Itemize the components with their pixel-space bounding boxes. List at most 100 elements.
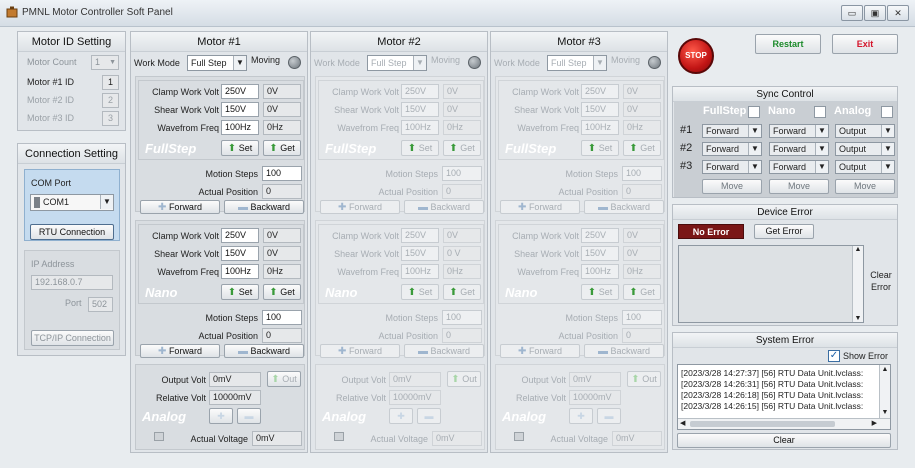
motion-steps-input[interactable]: 100 bbox=[622, 310, 662, 325]
motion-steps-input[interactable]: 100 bbox=[622, 166, 662, 181]
waveform-freq-input[interactable]: 100Hz bbox=[221, 120, 259, 135]
analog-minus-button[interactable]: ▬ bbox=[237, 408, 261, 424]
backward-button[interactable]: ▬ Backward bbox=[584, 200, 664, 214]
sync-analog-checkbox[interactable] bbox=[881, 106, 893, 118]
motor-count-select[interactable]: 1 ▼ bbox=[91, 55, 119, 70]
waveform-freq-input[interactable]: 100Hz bbox=[401, 120, 439, 135]
motion-steps-input[interactable]: 100 bbox=[442, 166, 482, 181]
clear-log-button[interactable]: Clear bbox=[677, 433, 891, 448]
analog-plus-button[interactable]: ✚ bbox=[209, 408, 233, 424]
set-button[interactable]: ⬆ Set bbox=[401, 140, 439, 156]
log-horizontal-scrollbar[interactable]: ◀ ▶ bbox=[678, 418, 890, 429]
shear-volt-input[interactable]: 150V bbox=[581, 246, 619, 261]
set-button[interactable]: ⬆ Set bbox=[581, 284, 619, 300]
shear-volt-input[interactable]: 150V bbox=[401, 102, 439, 117]
clamp-volt-input[interactable]: 250V bbox=[221, 84, 259, 99]
analog-plus-button[interactable]: ✚ bbox=[389, 408, 413, 424]
maximize-button[interactable]: ▣ bbox=[864, 5, 886, 21]
motor-1-id-field[interactable]: 1 bbox=[102, 75, 119, 90]
sync-move-analog-button[interactable]: Move bbox=[835, 179, 895, 194]
work-mode-select[interactable]: Full Step ▼ bbox=[187, 55, 247, 71]
forward-button[interactable]: ✚ Forward bbox=[500, 200, 580, 214]
waveform-freq-input[interactable]: 100Hz bbox=[221, 264, 259, 279]
log-vertical-scrollbar[interactable]: ▲ ▼ bbox=[879, 365, 890, 418]
backward-button[interactable]: ▬ Backward bbox=[584, 344, 664, 358]
port-field[interactable]: 502 bbox=[88, 297, 113, 312]
output-volt-input[interactable]: 0mV bbox=[569, 372, 621, 387]
forward-button[interactable]: ✚ Forward bbox=[320, 344, 400, 358]
ip-address-field[interactable]: 192.168.0.7 bbox=[31, 275, 113, 290]
backward-button[interactable]: ▬ Backward bbox=[224, 344, 304, 358]
analog-minus-button[interactable]: ▬ bbox=[417, 408, 441, 424]
output-button[interactable]: ⬆ Out bbox=[627, 371, 661, 387]
get-error-button[interactable]: Get Error bbox=[754, 224, 814, 239]
clamp-volt-input[interactable]: 250V bbox=[401, 228, 439, 243]
clear-error-button[interactable]: Clear Error bbox=[867, 269, 895, 293]
waveform-freq-input[interactable]: 100Hz bbox=[581, 120, 619, 135]
output-button[interactable]: ⬆ Out bbox=[447, 371, 481, 387]
clamp-volt-input[interactable]: 250V bbox=[581, 84, 619, 99]
output-volt-input[interactable]: 0mV bbox=[389, 372, 441, 387]
get-button[interactable]: ⬆ Get bbox=[623, 284, 661, 300]
get-button[interactable]: ⬆ Get bbox=[263, 284, 301, 300]
work-mode-select[interactable]: Full Step ▼ bbox=[367, 55, 427, 71]
clamp-volt-input[interactable]: 250V bbox=[401, 84, 439, 99]
forward-button[interactable]: ✚ Forward bbox=[140, 344, 220, 358]
sync-row1-fullstep-select[interactable]: Forward ▼ bbox=[702, 124, 762, 138]
forward-button[interactable]: ✚ Forward bbox=[140, 200, 220, 214]
rtu-connection-button[interactable]: RTU Connection bbox=[30, 224, 114, 240]
sync-row3-fullstep-select[interactable]: Forward ▼ bbox=[702, 160, 762, 174]
clamp-volt-input[interactable]: 250V bbox=[581, 228, 619, 243]
shear-volt-input[interactable]: 150V bbox=[221, 102, 259, 117]
sync-nano-checkbox[interactable] bbox=[814, 106, 826, 118]
sync-row1-analog-select[interactable]: Output ▼ bbox=[835, 124, 895, 138]
relative-volt-field[interactable]: 10000mV bbox=[569, 390, 621, 405]
motor-3-id-field[interactable]: 3 bbox=[102, 111, 119, 126]
sync-row1-nano-select[interactable]: Forward ▼ bbox=[769, 124, 829, 138]
output-button[interactable]: ⬆ Out bbox=[267, 371, 301, 387]
exit-button[interactable]: Exit bbox=[832, 34, 898, 54]
set-button[interactable]: ⬆ Set bbox=[221, 284, 259, 300]
get-button[interactable]: ⬆ Get bbox=[443, 284, 481, 300]
backward-button[interactable]: ▬ Backward bbox=[404, 200, 484, 214]
show-error-checkbox[interactable]: ✓ bbox=[828, 350, 840, 362]
analog-plus-button[interactable]: ✚ bbox=[569, 408, 593, 424]
set-button[interactable]: ⬆ Set bbox=[581, 140, 619, 156]
sync-row3-analog-select[interactable]: Output ▼ bbox=[835, 160, 895, 174]
clamp-volt-input[interactable]: 250V bbox=[221, 228, 259, 243]
motor-2-id-field[interactable]: 2 bbox=[102, 93, 119, 108]
backward-button[interactable]: ▬ Backward bbox=[404, 344, 484, 358]
sync-row3-nano-select[interactable]: Forward ▼ bbox=[769, 160, 829, 174]
sync-row2-fullstep-select[interactable]: Forward ▼ bbox=[702, 142, 762, 156]
set-button[interactable]: ⬆ Set bbox=[401, 284, 439, 300]
waveform-freq-input[interactable]: 100Hz bbox=[581, 264, 619, 279]
output-volt-input[interactable]: 0mV bbox=[209, 372, 261, 387]
sync-row2-analog-select[interactable]: Output ▼ bbox=[835, 142, 895, 156]
motion-steps-input[interactable]: 100 bbox=[442, 310, 482, 325]
restart-button[interactable]: Restart bbox=[755, 34, 821, 54]
sync-move-nano-button[interactable]: Move bbox=[769, 179, 829, 194]
scroll-thumb[interactable] bbox=[690, 421, 835, 427]
shear-volt-input[interactable]: 150V bbox=[581, 102, 619, 117]
motion-steps-input[interactable]: 100 bbox=[262, 310, 302, 325]
waveform-freq-input[interactable]: 100Hz bbox=[401, 264, 439, 279]
analog-minus-button[interactable]: ▬ bbox=[597, 408, 621, 424]
set-button[interactable]: ⬆ Set bbox=[221, 140, 259, 156]
sync-move-fullstep-button[interactable]: Move bbox=[702, 179, 762, 194]
sync-fullstep-checkbox[interactable] bbox=[748, 106, 760, 118]
shear-volt-input[interactable]: 150V bbox=[221, 246, 259, 261]
tcp-connection-button[interactable]: TCP/IP Connection bbox=[31, 330, 114, 346]
forward-button[interactable]: ✚ Forward bbox=[320, 200, 400, 214]
device-error-scrollbar[interactable]: ▲ ▼ bbox=[852, 246, 863, 322]
forward-button[interactable]: ✚ Forward bbox=[500, 344, 580, 358]
relative-volt-field[interactable]: 10000mV bbox=[209, 390, 261, 405]
device-error-list[interactable]: ▲ ▼ bbox=[678, 245, 864, 323]
get-button[interactable]: ⬆ Get bbox=[623, 140, 661, 156]
system-error-log[interactable]: [2023/3/28 14:27:37] [56] RTU Data Unit.… bbox=[677, 364, 891, 430]
shear-volt-input[interactable]: 150V bbox=[401, 246, 439, 261]
minimize-button[interactable]: ▭ bbox=[841, 5, 863, 21]
stop-button[interactable]: STOP bbox=[678, 38, 714, 74]
sync-row2-nano-select[interactable]: Forward ▼ bbox=[769, 142, 829, 156]
com-port-select[interactable]: COM1 ▼ bbox=[30, 194, 114, 211]
work-mode-select[interactable]: Full Step ▼ bbox=[547, 55, 607, 71]
